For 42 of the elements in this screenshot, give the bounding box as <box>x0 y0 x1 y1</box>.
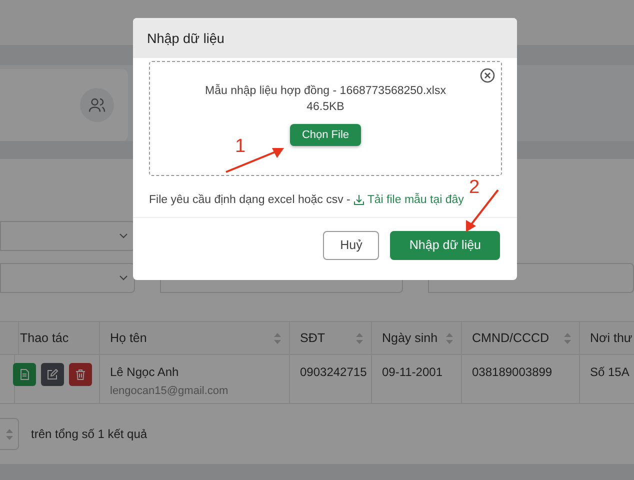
file-size: 46.5KB <box>306 101 344 113</box>
edit-button[interactable] <box>41 363 64 386</box>
format-hint: File yêu cầu định dạng excel hoặc csv - <box>149 194 350 206</box>
delete-button[interactable] <box>69 363 92 386</box>
chevron-down-icon <box>118 275 128 281</box>
sort-icon[interactable] <box>446 332 453 344</box>
choose-file-button[interactable]: Chọn File <box>290 124 361 146</box>
column-header: Nơi thư <box>590 331 632 345</box>
dialog-title: Nhập dữ liệu <box>147 30 224 46</box>
view-button[interactable] <box>13 363 36 386</box>
sort-icon[interactable] <box>564 332 571 344</box>
trash-icon <box>76 369 85 380</box>
result-summary: trên tổng số 1 kết quả <box>31 427 148 441</box>
download-icon <box>354 195 364 205</box>
table-cell-text: 038189003899 <box>472 365 554 379</box>
column-header: SĐT <box>300 331 325 345</box>
close-icon[interactable] <box>480 68 495 83</box>
download-template-link[interactable]: Tải file mẫu tại đây <box>354 194 464 206</box>
step-number: 2 <box>469 177 480 199</box>
document-icon <box>20 369 29 380</box>
edit-icon <box>47 369 58 380</box>
page-size-select[interactable] <box>0 418 19 450</box>
cancel-button[interactable]: Huỷ <box>323 230 380 260</box>
sort-icon[interactable] <box>356 332 363 344</box>
sort-icon[interactable] <box>6 428 12 440</box>
filter-select[interactable] <box>0 263 135 293</box>
column-header: Ngày sinh <box>382 331 438 345</box>
table-cell-text: 09-11-2001 <box>382 365 444 379</box>
file-name: Mẫu nhập liệu hợp đồng - 1668773568250.xlsx <box>205 85 446 97</box>
person-email: lengocan15@gmail.com <box>110 385 230 397</box>
column-header: Thao tác <box>20 331 69 345</box>
sort-icon[interactable] <box>274 332 281 344</box>
import-button[interactable]: Nhập dữ liệu <box>390 230 500 260</box>
users-icon <box>80 88 114 122</box>
column-header: CMND/CCCD <box>472 331 550 345</box>
table-cell-text: Số 15A <box>590 365 630 379</box>
filter-select[interactable] <box>0 221 135 251</box>
chevron-down-icon <box>119 233 128 239</box>
column-header: Họ tên <box>110 331 147 345</box>
table-cell: 0903242715 <box>300 365 367 379</box>
step-number: 1 <box>235 136 246 158</box>
person-name: Lê Ngọc Anh <box>110 365 180 379</box>
